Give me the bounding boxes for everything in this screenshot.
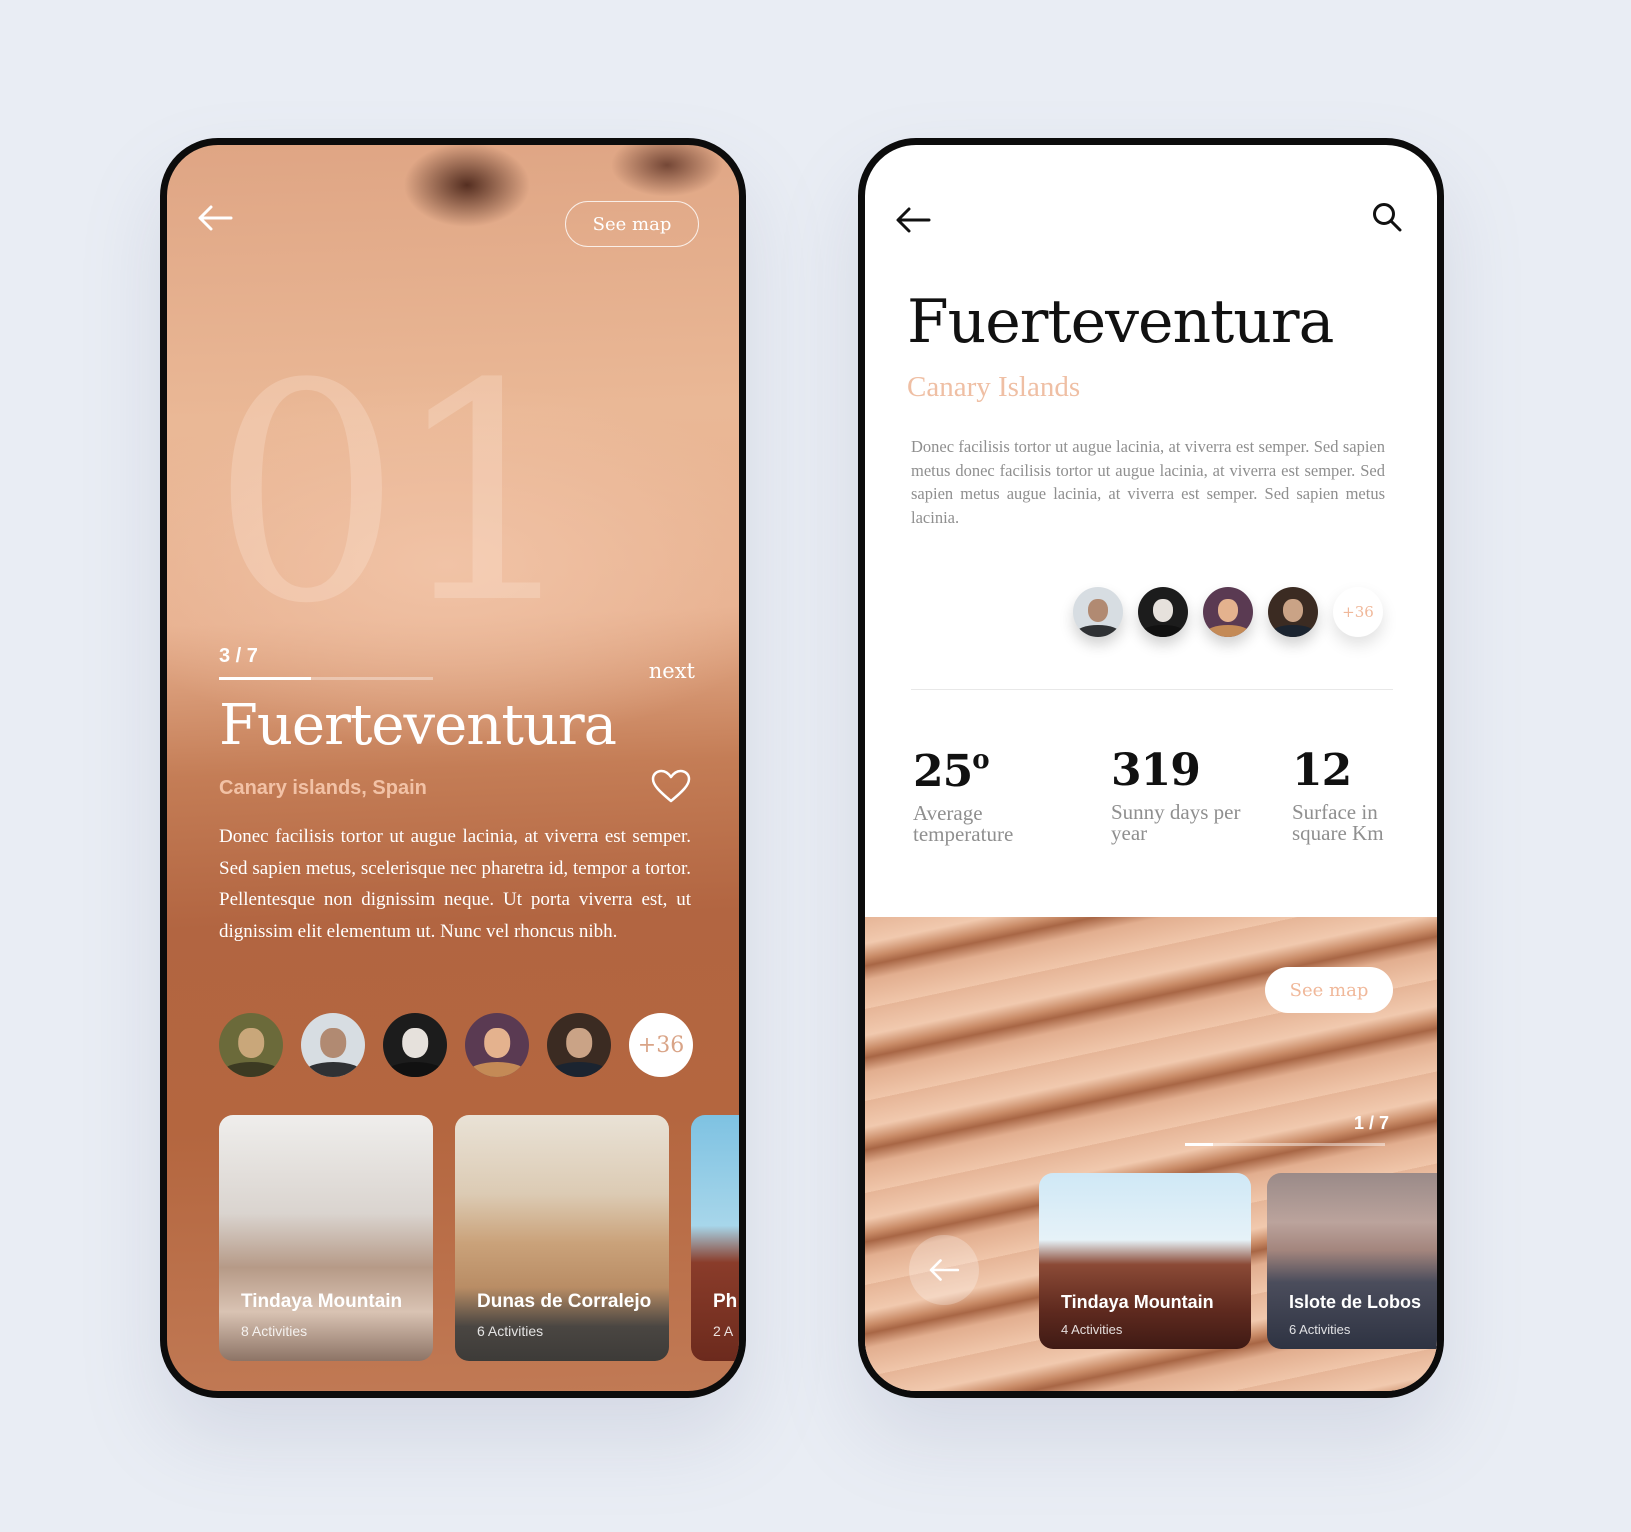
activity-card[interactable]: Ph 2 A bbox=[691, 1115, 739, 1361]
visitors-avatar-row: +36 bbox=[219, 1013, 693, 1077]
activity-card-title: Ph bbox=[713, 1291, 738, 1312]
stat-sunny-days: 319 Sunny days per year bbox=[1111, 745, 1251, 844]
activity-card[interactable]: Tindaya Mountain 4 Activities bbox=[1039, 1173, 1251, 1349]
detail-screen-left: See map 01 3 / 7 next Fuerteventura Cana… bbox=[160, 138, 746, 1398]
destination-title: Fuerteventura bbox=[219, 693, 617, 758]
slide-progress-bar bbox=[1185, 1143, 1385, 1146]
activity-cards-row: Tindaya Mountain 8 Activities Dunas de C… bbox=[219, 1115, 739, 1361]
activity-cards-row: Tindaya Mountain 4 Activities Islote de … bbox=[1039, 1173, 1437, 1349]
stat-label: Sunny days per year bbox=[1111, 800, 1241, 845]
destination-subtitle: Canary islands, Spain bbox=[219, 777, 427, 799]
activity-card-title: Islote de Lobos bbox=[1289, 1292, 1422, 1312]
section-divider bbox=[911, 689, 1393, 690]
activity-card-subtitle: 8 Activities bbox=[241, 1323, 308, 1339]
slide-progress-fill bbox=[1185, 1143, 1213, 1146]
slide-index-watermark: 01 bbox=[211, 320, 583, 669]
see-map-button[interactable]: See map bbox=[565, 201, 699, 247]
avatar[interactable] bbox=[1268, 587, 1318, 637]
destination-title: Fuerteventura bbox=[907, 287, 1334, 357]
avatar[interactable] bbox=[1073, 587, 1123, 637]
back-arrow-icon[interactable] bbox=[197, 203, 233, 233]
slide-progress-fill bbox=[219, 677, 312, 680]
activity-card[interactable]: Islote de Lobos 6 Activities bbox=[1267, 1173, 1437, 1349]
stat-value: 319 bbox=[1111, 745, 1201, 796]
destination-description: Donec facilisis tortor ut augue lacinia,… bbox=[911, 437, 1385, 527]
activity-card-subtitle: 6 Activities bbox=[1289, 1322, 1351, 1337]
slide-counter: 1 / 7 bbox=[1353, 1113, 1389, 1133]
stat-label: Average temperature bbox=[913, 801, 1014, 846]
activity-card-subtitle: 6 Activities bbox=[477, 1323, 544, 1339]
destination-description: Donec facilisis tortor ut augue lacinia,… bbox=[219, 826, 691, 942]
activity-card-subtitle: 2 A bbox=[713, 1323, 734, 1339]
detail-screen-right: Fuerteventura Canary Islands Donec facil… bbox=[858, 138, 1444, 1398]
more-visitors-badge[interactable]: +36 bbox=[629, 1013, 693, 1077]
activity-card-title: Dunas de Corralejo bbox=[477, 1291, 652, 1312]
activity-card-subtitle: 4 Activities bbox=[1061, 1322, 1123, 1337]
dunes-hero-image: See map 1 / 7 Tindaya Mountain 4 Activit… bbox=[865, 917, 1437, 1391]
avatar[interactable] bbox=[383, 1013, 447, 1077]
slide-counter: 3 / 7 bbox=[219, 645, 258, 667]
stat-value: 25o bbox=[913, 745, 990, 797]
avatar[interactable] bbox=[219, 1013, 283, 1077]
activity-card-title: Tindaya Mountain bbox=[1061, 1292, 1214, 1312]
slide-progress-bar bbox=[219, 677, 433, 680]
avatar[interactable] bbox=[547, 1013, 611, 1077]
stat-value: 12 bbox=[1292, 745, 1352, 796]
see-map-button[interactable]: See map bbox=[1265, 967, 1393, 1013]
stat-temperature: 25o Average temperature bbox=[913, 745, 1053, 845]
avatar[interactable] bbox=[1138, 587, 1188, 637]
stat-label: Surface in square Km bbox=[1292, 800, 1384, 845]
next-button[interactable]: next bbox=[649, 659, 695, 683]
stat-surface: 12 Surface in square Km bbox=[1292, 745, 1432, 844]
back-arrow-icon[interactable] bbox=[895, 205, 931, 235]
avatar[interactable] bbox=[465, 1013, 529, 1077]
activity-card[interactable]: Dunas de Corralejo 6 Activities bbox=[455, 1115, 669, 1361]
more-visitors-badge[interactable]: +36 bbox=[1333, 587, 1383, 637]
previous-button[interactable] bbox=[909, 1235, 979, 1305]
activity-card-title: Tindaya Mountain bbox=[241, 1291, 403, 1312]
visitors-avatar-row: +36 bbox=[1073, 587, 1383, 637]
activity-card[interactable]: Tindaya Mountain 8 Activities bbox=[219, 1115, 433, 1361]
destination-subtitle: Canary Islands bbox=[907, 371, 1081, 403]
search-icon[interactable] bbox=[1371, 201, 1403, 233]
heart-icon[interactable] bbox=[651, 769, 691, 803]
back-arrow-icon bbox=[929, 1259, 960, 1281]
avatar[interactable] bbox=[301, 1013, 365, 1077]
avatar[interactable] bbox=[1203, 587, 1253, 637]
